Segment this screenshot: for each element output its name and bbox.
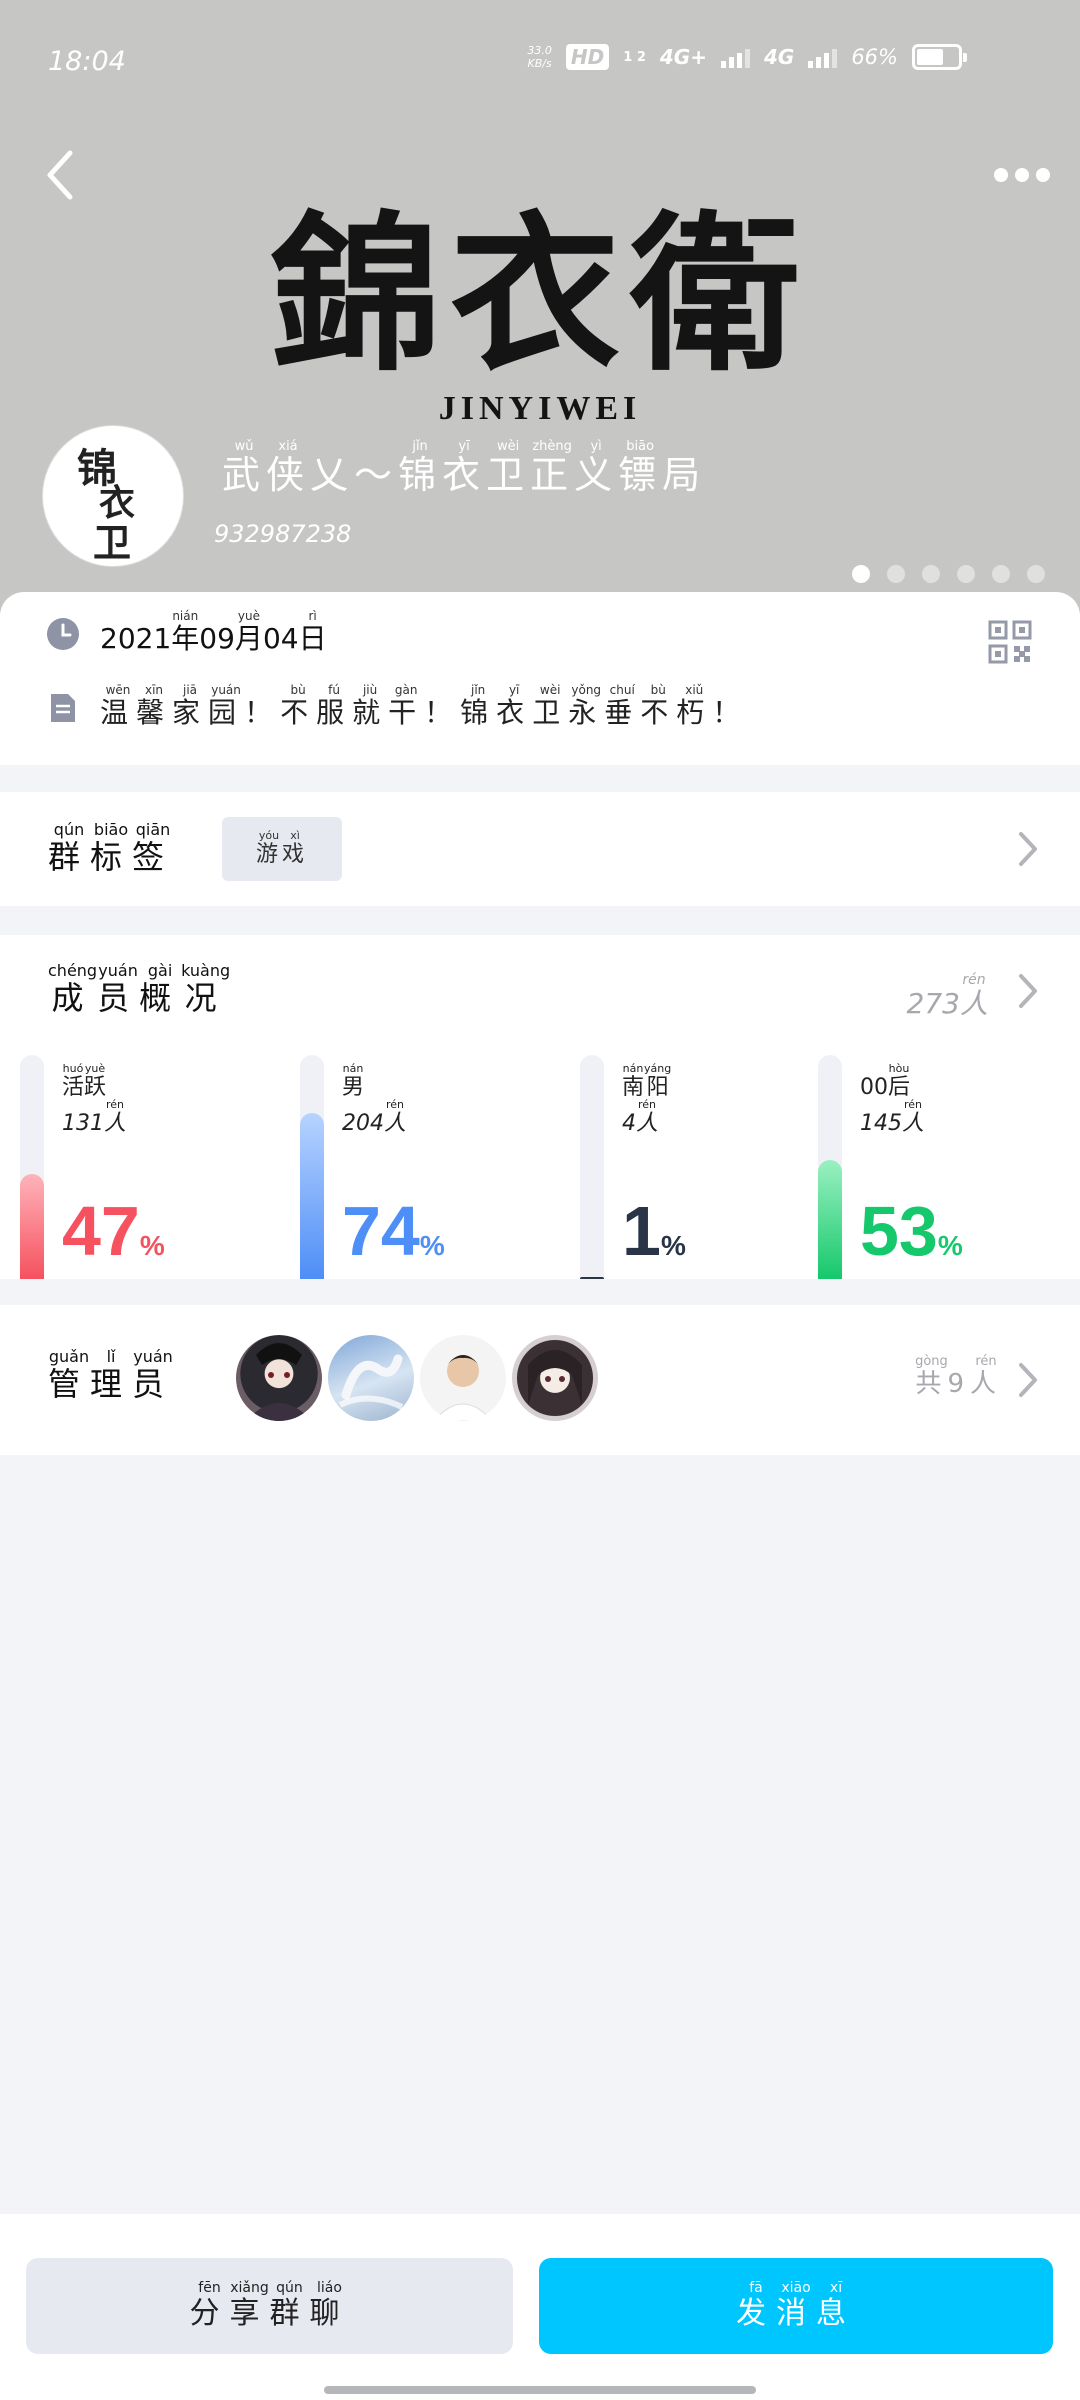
- stat-label: 南nán阳yáng: [622, 1062, 672, 1100]
- member-total-count: 273人rén: [906, 972, 988, 1020]
- stat-label: 男nán: [342, 1062, 365, 1100]
- admin-avatar[interactable]: [236, 1335, 322, 1421]
- chevron-right-icon: [1019, 832, 1037, 866]
- stat-label: 活huó跃yuè: [62, 1062, 107, 1100]
- dragon-illustration-icon: [338, 1354, 404, 1410]
- carousel-dot[interactable]: [887, 565, 905, 583]
- admin-avatar[interactable]: [512, 1335, 598, 1421]
- chevron-left-icon: [47, 150, 73, 200]
- battery-icon: [912, 44, 967, 70]
- member-stat-region: 南nán阳yáng 4人rén 1%: [580, 1055, 830, 1279]
- admin-avatar[interactable]: [328, 1335, 414, 1421]
- stat-bar-fill: [300, 1113, 324, 1279]
- stat-bar-track: [818, 1055, 842, 1279]
- group-info-card: 2021年nián09月yuè04日rì 温wēn馨xīn家jiā园yuán！不…: [0, 592, 1080, 765]
- banner-calligraphy-logo: 錦衣衛 JINYIWEI: [220, 180, 860, 440]
- group-tag: 游yóu 戏xì: [222, 817, 342, 881]
- hd-icon: HD: [565, 44, 610, 70]
- group-id[interactable]: 932987238: [214, 520, 351, 548]
- stat-bar-track: [300, 1055, 324, 1279]
- banner-carousel-indicator: [852, 565, 1045, 583]
- network-speed-value: 33.0: [527, 44, 552, 57]
- member-overview-card[interactable]: 成chéng员yuán概gài况kuàng 273人rén 活huó跃yuè 1…: [0, 935, 1080, 1279]
- group-profile-page: 18:04 33.0 KB/s HD 1 2 4G+ 4G 66% 錦衣衛 JI…: [0, 0, 1080, 2400]
- group-name: 武wǔ侠xiá乂～锦jǐn衣yī卫wèi正zhèng义yì镖biāo局: [222, 439, 707, 497]
- group-tags-title: 群qún标biāo签qiān: [48, 820, 175, 876]
- network-speed-unit: KB/s: [527, 57, 552, 70]
- group-avatar[interactable]: 锦 衣 卫: [43, 426, 183, 566]
- member-stat-post00: 00后hòu 145人rén 53%: [818, 1055, 1068, 1279]
- carousel-dot[interactable]: [1027, 565, 1045, 583]
- creation-date-row: 2021年nián09月yuè04日rì: [46, 609, 327, 657]
- stat-percent: 47%: [62, 1192, 165, 1270]
- carousel-dot[interactable]: [922, 565, 940, 583]
- stat-count: 204人rén: [342, 1098, 407, 1136]
- administrators-title: 管guǎn理lǐ员yuán: [48, 1347, 175, 1403]
- description-row: 温wēn馨xīn家jiā园yuán！不bù服fú就jiù干gàn！锦jǐn衣yī…: [46, 683, 749, 731]
- group-header-banner: 18:04 33.0 KB/s HD 1 2 4G+ 4G 66% 錦衣衛 JI…: [0, 0, 1080, 620]
- status-time: 18:04: [48, 46, 126, 77]
- banner-logo-latin: JINYIWEI: [438, 390, 642, 427]
- stat-count: 145人rén: [860, 1098, 925, 1136]
- admin-avatar-list: [236, 1335, 598, 1421]
- stat-count: 131人rén: [62, 1098, 127, 1136]
- back-button[interactable]: [40, 145, 84, 205]
- stat-bar-track: [20, 1055, 44, 1279]
- more-options-button[interactable]: [994, 160, 1054, 190]
- stat-bar-fill: [20, 1173, 44, 1279]
- clock-icon: [47, 617, 79, 650]
- avatar-illustration-icon: [528, 1350, 582, 1405]
- avatar-char-3: 卫: [93, 520, 132, 565]
- member-overview-title: 成chéng员yuán概gài况kuàng: [48, 961, 231, 1017]
- network-speed: 33.0 KB/s: [527, 44, 552, 70]
- carousel-dot[interactable]: [957, 565, 975, 583]
- administrator-count: 共gòng9人rén: [915, 1354, 1002, 1399]
- network-type-2: 4G: [763, 45, 795, 69]
- sim-indicator: 1 2: [623, 49, 646, 65]
- stat-bar-fill: [818, 1160, 842, 1279]
- stat-bar-fill: [580, 1276, 604, 1279]
- qr-code-icon: [988, 620, 1032, 664]
- stat-label: 00后hòu: [860, 1062, 911, 1100]
- home-indicator[interactable]: [324, 2386, 756, 2394]
- document-icon: [51, 693, 75, 722]
- creation-date: 2021年nián09月yuè04日rì: [100, 609, 327, 655]
- person-photo-icon: [433, 1355, 493, 1421]
- more-dot-icon: [1015, 168, 1029, 182]
- more-dot-icon: [994, 168, 1008, 182]
- signal-icon-1: [720, 46, 750, 68]
- carousel-dot[interactable]: [852, 565, 870, 583]
- chevron-right-icon: [1019, 1363, 1037, 1397]
- stat-percent: 74%: [342, 1192, 445, 1270]
- qr-code-button[interactable]: [988, 620, 1032, 664]
- banner-logo-cjk: 錦衣衛: [269, 195, 810, 395]
- stat-bar-track: [580, 1055, 604, 1279]
- stat-count: 4人rén: [622, 1098, 659, 1136]
- stat-percent: 1%: [622, 1192, 686, 1270]
- member-stat-active: 活huó跃yuè 131人rén 47%: [20, 1055, 270, 1279]
- bottom-action-bar: 分fēn 享xiǎng 群qún 聊liáo 发fā 消xiāo 息xī: [0, 2214, 1080, 2400]
- member-stat-male: 男nán 204人rén 74%: [300, 1055, 550, 1279]
- group-description: 温wēn馨xīn家jiā园yuán！不bù服fú就jiù干gàn！锦jǐn衣yī…: [100, 683, 749, 729]
- signal-icon-2: [808, 46, 838, 68]
- group-tags-row[interactable]: 群qún标biāo签qiān 游yóu 戏xì: [0, 792, 1080, 906]
- status-bar: 18:04 33.0 KB/s HD 1 2 4G+ 4G 66%: [0, 0, 1080, 120]
- network-type-1: 4G+: [659, 45, 707, 69]
- status-indicators: 33.0 KB/s HD 1 2 4G+ 4G 66%: [527, 44, 967, 70]
- send-message-button[interactable]: 发fā 消xiāo 息xī: [539, 2258, 1053, 2354]
- more-dot-icon: [1036, 168, 1050, 182]
- admin-avatar[interactable]: [420, 1335, 506, 1421]
- share-group-button[interactable]: 分fēn 享xiǎng 群qún 聊liáo: [26, 2258, 513, 2354]
- chevron-right-icon: [1019, 974, 1037, 1008]
- avatar-illustration-icon: [246, 1343, 312, 1421]
- stat-percent: 53%: [860, 1192, 963, 1270]
- battery-percent: 66%: [851, 45, 898, 69]
- administrators-row[interactable]: 管guǎn理lǐ员yuán 共gòng9人rén: [0, 1305, 1080, 1455]
- carousel-dot[interactable]: [992, 565, 1010, 583]
